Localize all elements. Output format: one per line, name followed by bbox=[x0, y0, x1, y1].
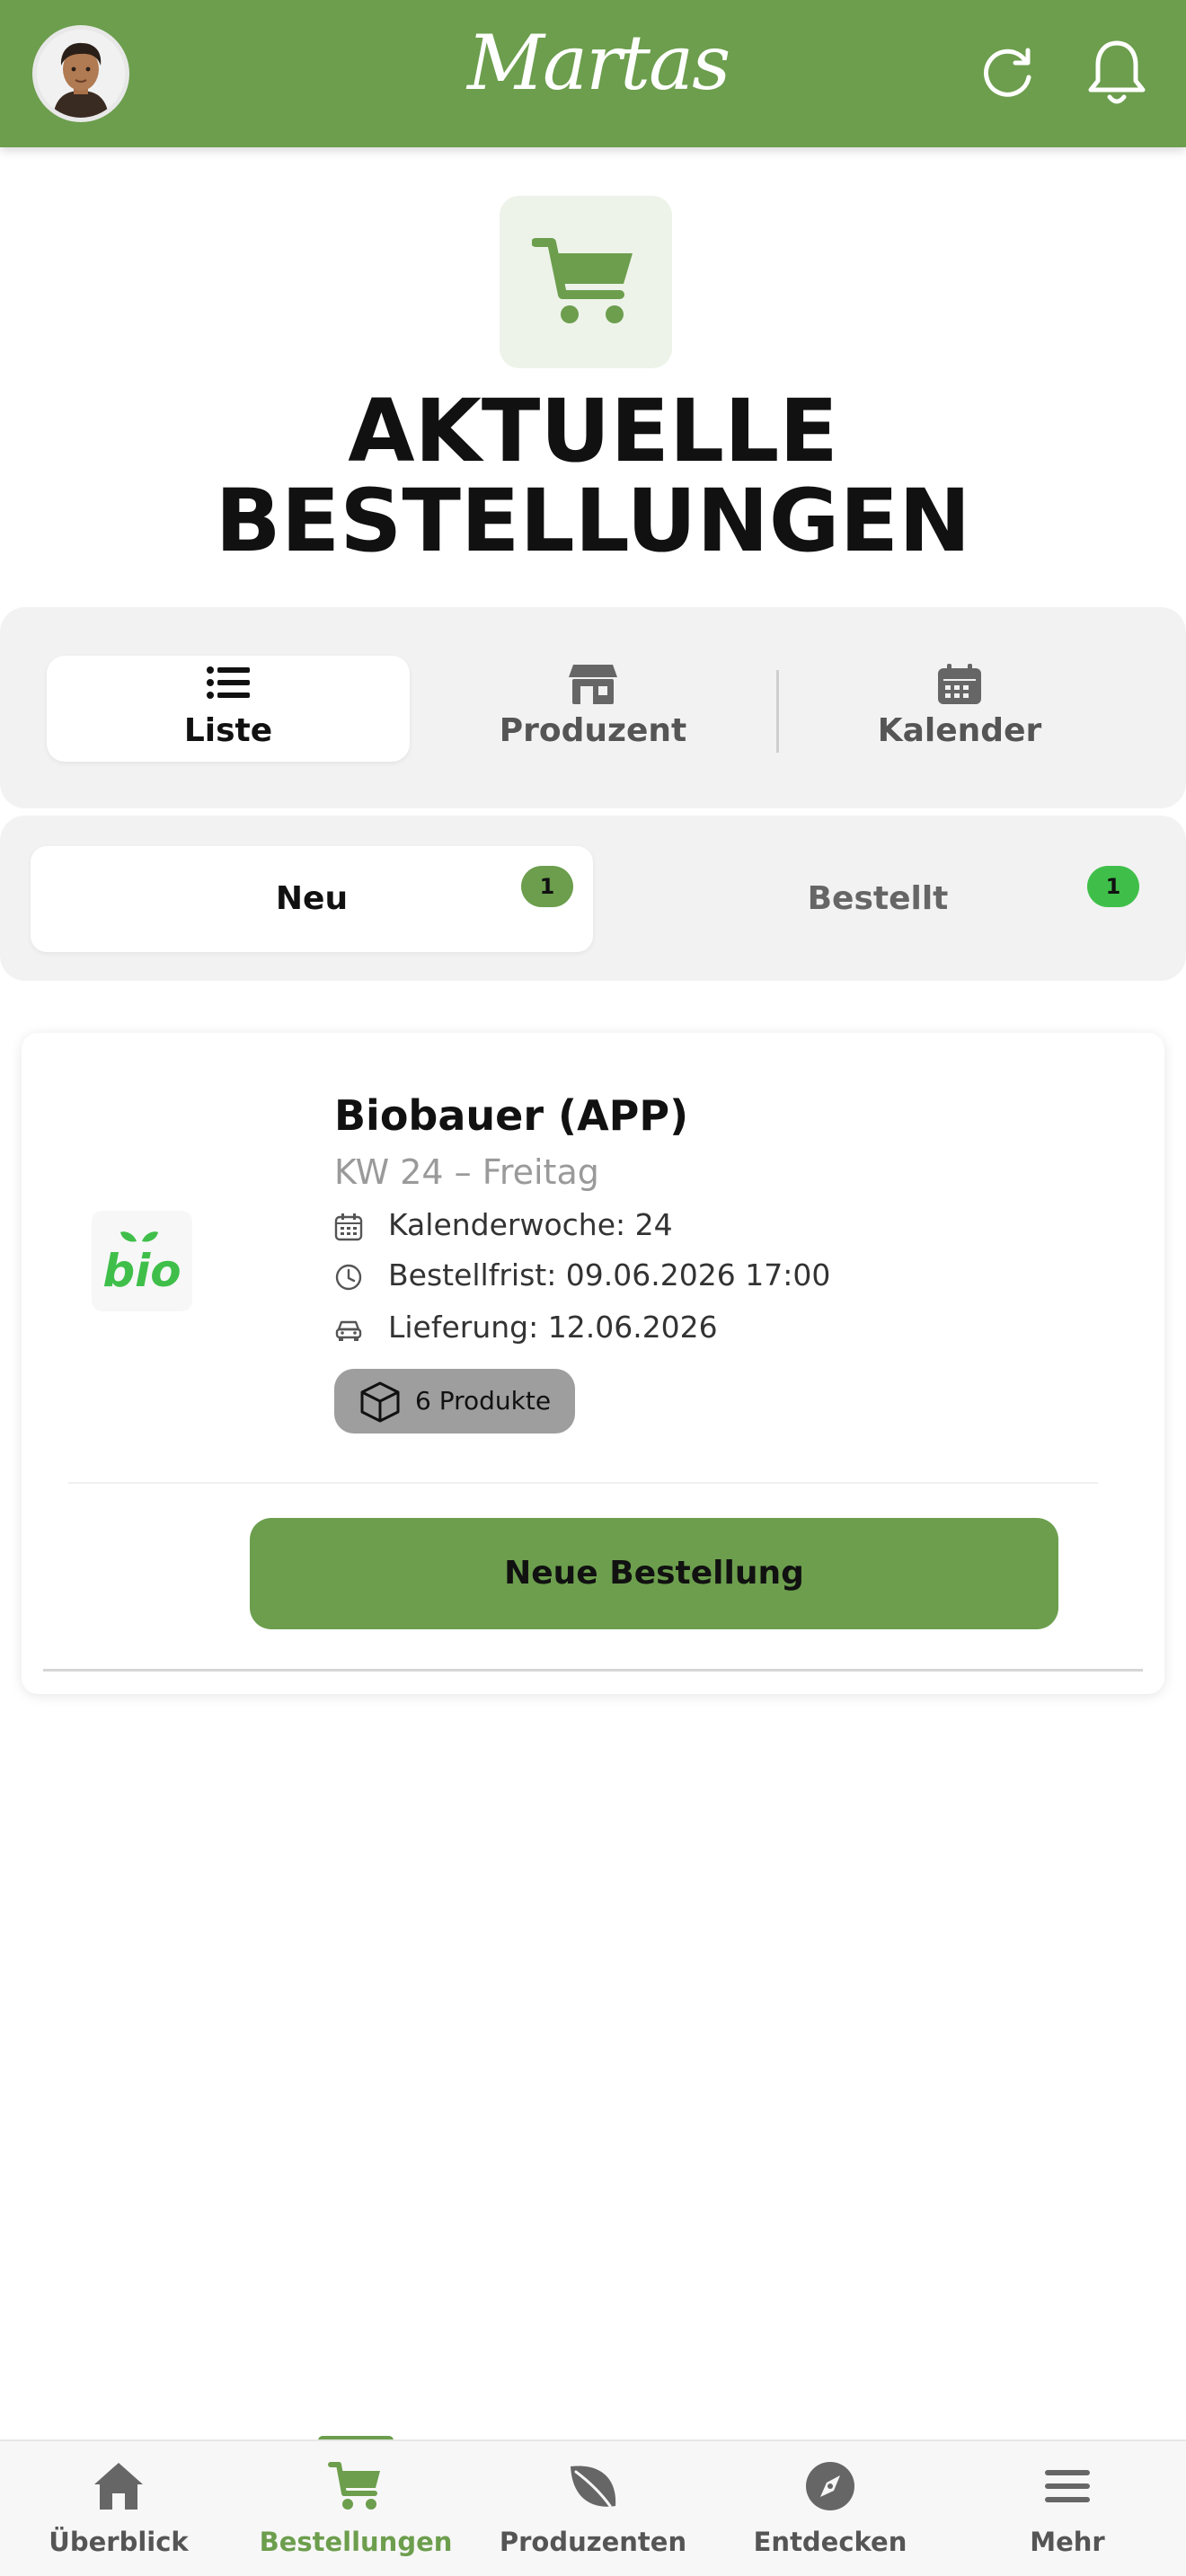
tab-liste[interactable]: Liste bbox=[47, 656, 410, 762]
card-bottom-divider bbox=[43, 1669, 1143, 1672]
leaf-icon bbox=[571, 2466, 616, 2508]
products-count-badge[interactable]: 6 Produkte bbox=[334, 1369, 575, 1434]
bio-logo-icon: bio bbox=[102, 1231, 181, 1293]
nav-item-bestellungen[interactable]: Bestellungen bbox=[237, 2441, 474, 2576]
page-title: AKTUELLE BESTELLUNGEN bbox=[0, 386, 1186, 566]
user-avatar[interactable] bbox=[32, 25, 129, 122]
nav-item-ueberblick[interactable]: Überblick bbox=[0, 2441, 237, 2576]
clock-icon bbox=[335, 1264, 362, 1291]
nav-item-mehr-label: Mehr bbox=[1030, 2527, 1105, 2557]
products-count-text: 6 Produkte bbox=[415, 1386, 552, 1416]
store-icon bbox=[569, 665, 617, 704]
count-badge-bestellt: 1 bbox=[1087, 866, 1139, 907]
tab-bestellt[interactable]: Bestellt 1 bbox=[597, 846, 1159, 952]
bio-logo-text: bio bbox=[102, 1245, 181, 1293]
tab-kalender[interactable]: Kalender bbox=[778, 656, 1141, 762]
orders-hero-icon-box bbox=[500, 196, 672, 368]
compass-icon bbox=[806, 2462, 854, 2510]
car-icon bbox=[335, 1320, 362, 1341]
nav-item-mehr[interactable]: Mehr bbox=[949, 2441, 1186, 2576]
app-screen: Martas AKTUELLE BESTELLUNGEN Liste Produ… bbox=[0, 0, 1186, 2576]
page-title-line-1: AKTUELLE bbox=[348, 381, 838, 481]
tab-produzent[interactable]: Produzent bbox=[412, 656, 774, 762]
nav-item-bestellungen-label: Bestellungen bbox=[259, 2527, 453, 2557]
home-icon bbox=[94, 2463, 143, 2510]
list-icon bbox=[207, 666, 250, 699]
nav-item-entdecken-label: Entdecken bbox=[753, 2527, 907, 2557]
nav-item-ueberblick-label: Überblick bbox=[49, 2527, 189, 2557]
tab-neu-label: Neu bbox=[275, 880, 349, 917]
tab-kalender-label: Kalender bbox=[877, 712, 1042, 749]
calendar-icon bbox=[334, 1213, 363, 1241]
bottom-navigation: Überblick Bestellungen Produzenten Entde… bbox=[0, 2439, 1186, 2576]
refresh-button[interactable] bbox=[969, 34, 1046, 111]
tab-neu[interactable]: Neu 1 bbox=[31, 846, 593, 952]
refresh-icon bbox=[984, 48, 1031, 97]
cart-icon bbox=[532, 238, 633, 323]
detail-calendar-week-text: Kalenderwoche: 24 bbox=[388, 1207, 673, 1242]
view-toggle: Liste Produzent Kalender bbox=[0, 607, 1186, 808]
order-card[interactable]: bio Biobauer (APP) KW 24 – Freitag Kalen… bbox=[22, 1033, 1164, 1694]
producer-name: Biobauer (APP) bbox=[334, 1091, 689, 1140]
app-header: Martas bbox=[0, 0, 1186, 147]
order-week-day: KW 24 – Freitag bbox=[334, 1152, 599, 1192]
detail-delivery-date-text: Lieferung: 12.06.2026 bbox=[388, 1310, 718, 1345]
app-logo: Martas bbox=[467, 19, 730, 107]
nav-item-produzenten[interactable]: Produzenten bbox=[474, 2441, 712, 2576]
avatar-face-icon bbox=[37, 30, 125, 118]
cart-icon bbox=[328, 2462, 380, 2510]
status-tabs: Neu 1 Bestellt 1 bbox=[0, 816, 1186, 981]
tab-bestellt-label: Bestellt bbox=[807, 880, 949, 917]
nav-item-entdecken[interactable]: Entdecken bbox=[712, 2441, 949, 2576]
tab-produzent-label: Produzent bbox=[499, 712, 687, 749]
menu-icon bbox=[1045, 2470, 1090, 2502]
detail-order-deadline-text: Bestellfrist: 09.06.2026 17:00 bbox=[388, 1257, 831, 1292]
bell-icon bbox=[1088, 40, 1146, 104]
calendar-icon bbox=[938, 664, 981, 704]
notifications-button[interactable] bbox=[1078, 34, 1155, 111]
box-icon bbox=[360, 1381, 400, 1423]
new-order-button[interactable]: Neue Bestellung bbox=[250, 1518, 1058, 1629]
page-title-line-2: BESTELLUNGEN bbox=[215, 471, 971, 571]
card-separator bbox=[68, 1482, 1098, 1484]
tab-liste-label: Liste bbox=[183, 712, 273, 749]
nav-item-produzenten-label: Produzenten bbox=[499, 2527, 687, 2557]
producer-logo: bio bbox=[92, 1211, 192, 1311]
count-badge-neu: 1 bbox=[521, 866, 573, 907]
